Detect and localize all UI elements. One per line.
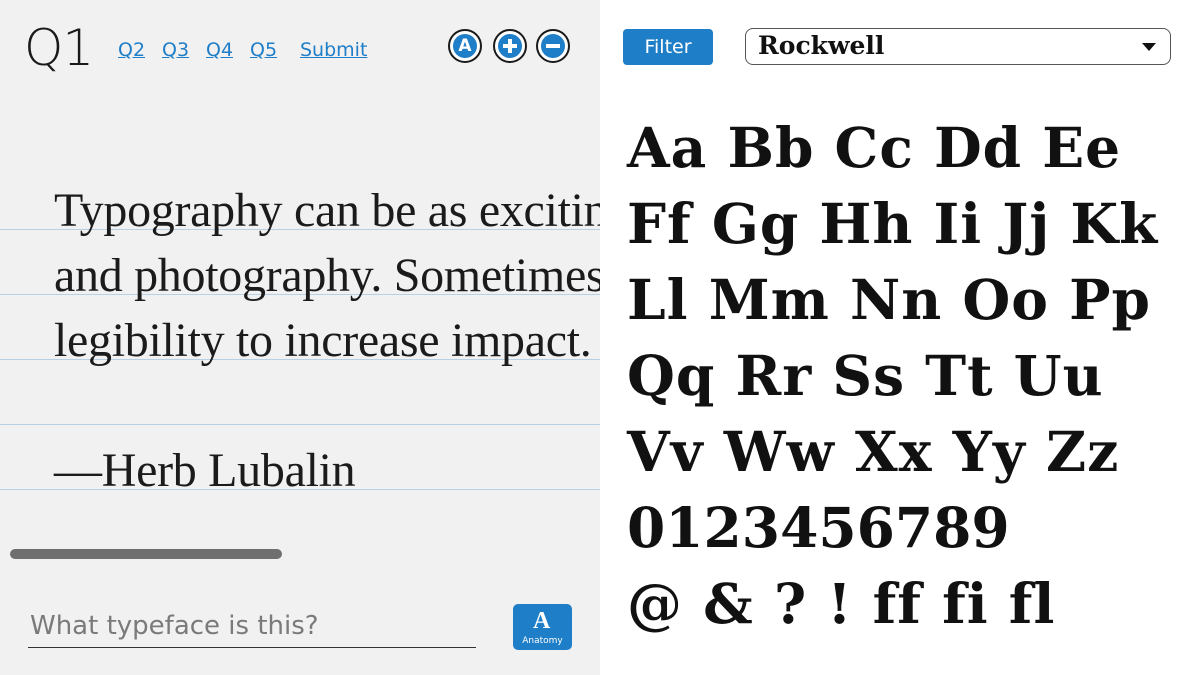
font-toggle-button[interactable]: A	[448, 29, 482, 63]
minus-icon	[541, 34, 565, 58]
quote-line-2: and photography. Sometimes you have to s…	[54, 249, 600, 302]
plus-icon	[498, 34, 522, 58]
specimen-line-2: Ff Gg Hh Ii Jj Kk	[627, 191, 1159, 256]
filter-button[interactable]: Filter	[623, 29, 713, 65]
specimen-line-4: Qq Rr Ss Tt Uu	[627, 343, 1104, 408]
answer-input[interactable]	[28, 604, 476, 648]
letter-a-icon: A	[453, 34, 477, 58]
typeface-select-value: Rockwell	[758, 31, 885, 60]
zoom-out-button[interactable]	[536, 29, 570, 63]
specimen-symbols: @ & ? ! ff fi fl	[627, 571, 1056, 636]
quote-line-1: Typography can be as exciting as illustr…	[54, 184, 600, 237]
nav-q3-link[interactable]: Q3	[162, 38, 189, 62]
nav-q2-link[interactable]: Q2	[118, 38, 145, 62]
submit-link[interactable]: Submit	[300, 38, 367, 62]
typeface-select[interactable]: Rockwell	[745, 28, 1171, 65]
specimen-digits: 0123456789	[627, 495, 1010, 560]
specimen-line-5: Vv Ww Xx Yy Zz	[627, 419, 1120, 484]
nav-q4-link[interactable]: Q4	[206, 38, 233, 62]
specimen-line-1: Aa Bb Cc Dd Ee	[627, 115, 1122, 180]
anatomy-button[interactable]: A Anatomy	[513, 604, 572, 650]
guide-rule	[0, 424, 600, 425]
nav-q5-link[interactable]: Q5	[250, 38, 277, 62]
specimen-panel: Filter Rockwell Aa Bb Cc Dd Ee Ff Gg Hh …	[600, 0, 1200, 675]
anatomy-icon: A	[533, 608, 551, 634]
question-number: Q1	[24, 19, 94, 77]
quiz-panel: Q1 Q2 Q3 Q4 Q5 Submit A Typography can b…	[0, 0, 600, 675]
specimen-line-3: Ll Mm Nn Oo Pp	[627, 267, 1151, 332]
zoom-in-button[interactable]	[493, 29, 527, 63]
anatomy-label: Anatomy	[522, 636, 563, 646]
chevron-down-icon	[1142, 43, 1156, 51]
quote-attribution: —Herb Lubalin	[54, 444, 356, 497]
horizontal-scrollbar[interactable]	[10, 549, 282, 559]
quote-line-3: legibility to increase impact.	[54, 314, 592, 367]
